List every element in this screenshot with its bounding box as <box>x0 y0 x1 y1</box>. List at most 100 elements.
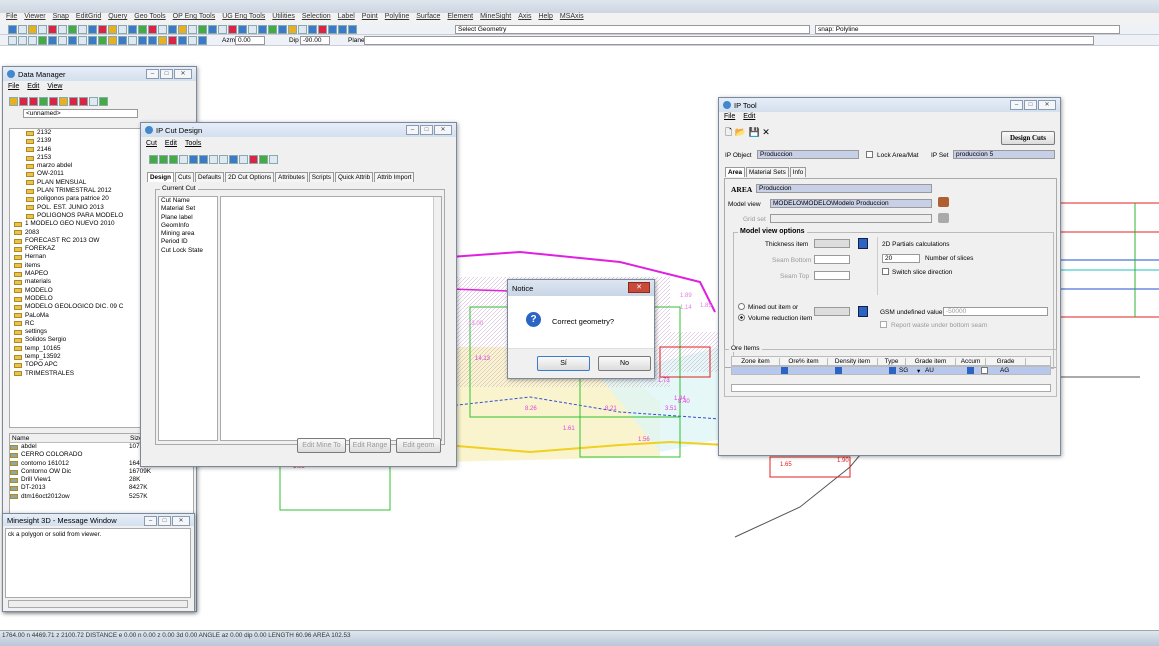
gsm-undefined-field[interactable]: -50000 <box>943 307 1048 316</box>
menu-item-view[interactable]: View <box>47 83 62 94</box>
notice-close-button[interactable]: ✕ <box>628 282 650 293</box>
ore-header-type[interactable]: Type <box>878 357 906 365</box>
horizontal-scrollbar[interactable] <box>8 600 188 608</box>
ore-items-row[interactable]: SG ▾ AU AG <box>731 366 1051 375</box>
menu-item-snap[interactable]: Snap <box>53 13 69 24</box>
ore-header-accum[interactable]: Accum <box>956 357 986 365</box>
menu-item-edit[interactable]: Edit <box>165 140 177 151</box>
menu-item-utilities[interactable]: Utilities <box>272 13 295 24</box>
toolbar-icon[interactable] <box>228 25 237 34</box>
minimize-button[interactable]: – <box>1010 100 1023 110</box>
menu-item-file[interactable]: File <box>724 113 735 124</box>
toolbar-icon[interactable] <box>68 25 77 34</box>
grade-item-picker-icon[interactable] <box>967 367 974 374</box>
toolbar-icon[interactable] <box>19 97 28 106</box>
menu-item-editgrid[interactable]: EditGrid <box>76 13 101 24</box>
toolbar-icon[interactable] <box>328 25 337 34</box>
cut-field-label[interactable]: Mining area <box>159 230 217 238</box>
minimize-button[interactable]: – <box>144 516 157 526</box>
grid-set-browse-icon[interactable] <box>938 213 949 223</box>
minimize-button[interactable]: – <box>406 125 419 135</box>
current-path-field[interactable]: <unnamed> <box>23 109 138 118</box>
menu-item-viewer[interactable]: Viewer <box>24 13 45 24</box>
tab-defaults[interactable]: Defaults <box>194 172 225 182</box>
tab-info[interactable]: Info <box>789 167 807 177</box>
tab-attributes[interactable]: Attributes <box>275 172 308 182</box>
menu-item-label[interactable]: Label <box>338 13 355 24</box>
cut-field-label[interactable]: Material Set <box>159 205 217 213</box>
seam-top-field[interactable] <box>814 271 850 280</box>
vertical-scrollbar[interactable] <box>433 197 441 440</box>
close-icon[interactable] <box>219 155 228 164</box>
toolbar-icon[interactable] <box>198 25 207 34</box>
tab-cuts[interactable]: Cuts <box>175 172 194 182</box>
menu-item-axis[interactable]: Axis <box>518 13 531 24</box>
list-item[interactable]: DT-2013 8427K <box>10 484 193 492</box>
close-button[interactable]: ✕ <box>1038 100 1056 110</box>
model-view-field[interactable]: MODELO\MODELO\Modelo Produccion <box>770 199 932 208</box>
toolbar-icon[interactable] <box>118 36 127 45</box>
menu-item-file[interactable]: File <box>6 13 17 24</box>
toolbar-icon[interactable] <box>88 36 97 45</box>
tab-material-sets[interactable]: Material Sets <box>746 167 789 177</box>
toolbar-icon[interactable] <box>128 25 137 34</box>
cut-field-label[interactable]: Plane label <box>159 214 217 222</box>
menu-item-element[interactable]: Element <box>447 13 473 24</box>
volume-reduction-field[interactable] <box>814 307 850 316</box>
menu-item-surface[interactable]: Surface <box>416 13 440 24</box>
toolbar-icon[interactable] <box>99 97 108 106</box>
menu-item-ug-eng-tools[interactable]: UG Eng Tools <box>222 13 265 24</box>
toolbar-icon[interactable] <box>308 25 317 34</box>
toolbar-icon[interactable] <box>98 25 107 34</box>
menu-item-help[interactable]: Help <box>538 13 552 24</box>
toolbar-icon[interactable] <box>168 36 177 45</box>
toolbar-icon[interactable] <box>248 25 257 34</box>
cut-field-label[interactable]: Cut Lock State <box>159 247 217 255</box>
close-button[interactable]: ✕ <box>174 69 192 79</box>
toolbar-icon[interactable] <box>108 36 117 45</box>
no-button[interactable]: No <box>598 356 651 371</box>
volume-reduction-radio[interactable] <box>738 314 745 321</box>
plane-input[interactable] <box>364 36 1094 45</box>
toolbar-icon[interactable] <box>69 97 78 106</box>
area-field[interactable]: Produccion <box>756 184 932 193</box>
toolbar-icon[interactable] <box>28 36 37 45</box>
grade-item-value[interactable]: AU <box>925 367 967 374</box>
ore-pct-item-picker-icon[interactable] <box>835 367 842 374</box>
toolbar-icon[interactable] <box>258 25 267 34</box>
maximize-button[interactable]: □ <box>160 69 173 79</box>
toolbar-icon[interactable] <box>288 25 297 34</box>
toolbar-icon[interactable] <box>158 36 167 45</box>
toolbar-icon[interactable] <box>29 97 38 106</box>
edit-range-button[interactable]: Edit Range <box>349 438 391 453</box>
toolbar-icon[interactable] <box>189 155 198 164</box>
maximize-button[interactable]: □ <box>420 125 433 135</box>
delete-icon[interactable]: ✕ <box>762 127 770 137</box>
toolbar-icon[interactable] <box>138 36 147 45</box>
design-cuts-button[interactable]: Design Cuts <box>1001 131 1055 145</box>
toolbar-icon[interactable] <box>28 25 37 34</box>
toolbar-icon[interactable] <box>198 36 207 45</box>
azm-input[interactable]: 0.00 <box>235 36 265 45</box>
toolbar-icon[interactable] <box>348 25 357 34</box>
ip-set-field[interactable]: produccion 5 <box>953 150 1055 159</box>
tab-2d-cut-options[interactable]: 2D Cut Options <box>225 172 275 182</box>
thickness-item-field[interactable] <box>814 239 850 248</box>
maximize-button[interactable]: □ <box>158 516 171 526</box>
open-folder-icon[interactable]: 📂 <box>735 127 746 137</box>
ore-header-density-item[interactable]: Density item <box>828 357 878 365</box>
lock-checkbox[interactable] <box>866 151 873 158</box>
toolbar-icon[interactable] <box>298 25 307 34</box>
toolbar-icon[interactable] <box>18 25 27 34</box>
grade-value[interactable]: AG <box>1000 367 1009 374</box>
toolbar-icon[interactable] <box>218 25 227 34</box>
menu-item-edit[interactable]: Edit <box>743 113 755 124</box>
menu-item-file[interactable]: File <box>8 83 19 94</box>
toolbar-icon[interactable] <box>149 155 158 164</box>
close-button[interactable]: ✕ <box>434 125 452 135</box>
thickness-item-picker-icon[interactable] <box>858 238 868 249</box>
list-item[interactable]: Contorno OW Dic 16709K <box>10 468 193 476</box>
toolbar-icon[interactable] <box>179 155 188 164</box>
menu-item-edit[interactable]: Edit <box>27 83 39 94</box>
toolbar-icon[interactable] <box>199 155 208 164</box>
